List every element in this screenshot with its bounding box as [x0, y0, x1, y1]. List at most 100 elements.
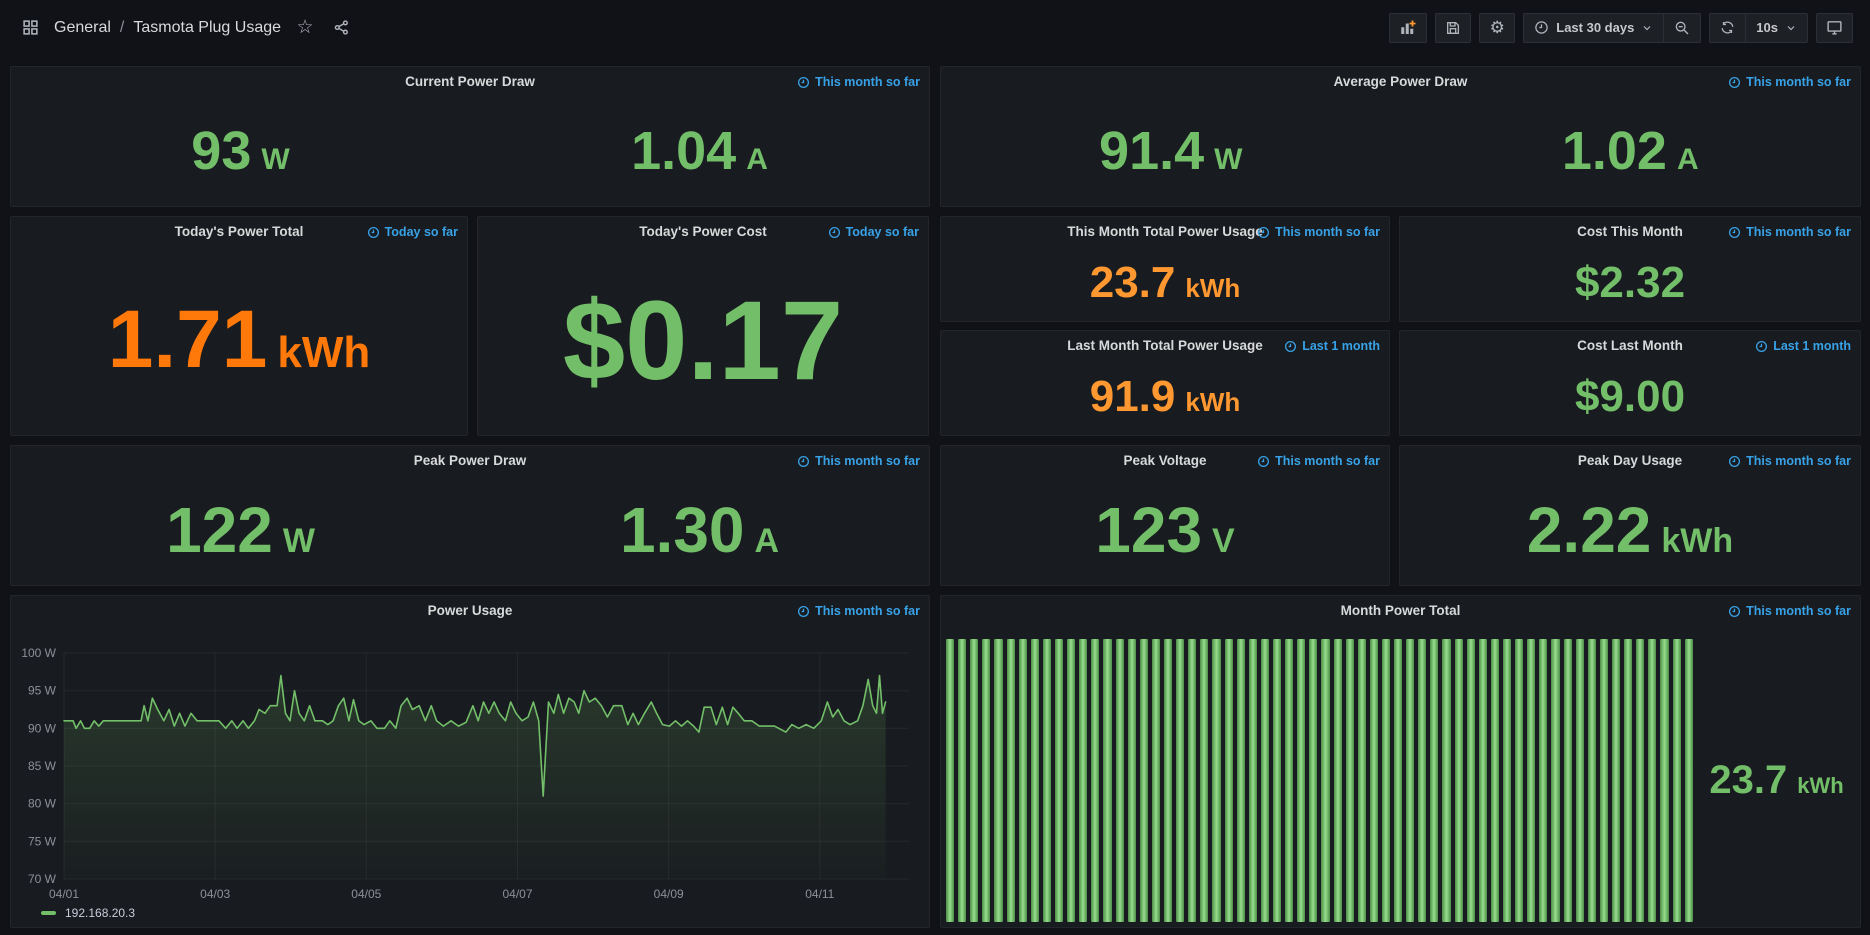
clock-icon — [1257, 226, 1270, 239]
panel-time-link[interactable]: This month so far — [797, 75, 920, 89]
panel-peak-power-draw: Peak Power Draw This month so far 122W 1… — [10, 445, 930, 586]
stat-value: 91.9kWh — [1090, 372, 1241, 422]
lcd-gauge-cell — [1685, 639, 1693, 922]
panel-time-link[interactable]: Last 1 month — [1755, 339, 1851, 353]
stat-value: 93W — [191, 120, 289, 182]
lcd-gauge-cell — [1176, 639, 1184, 922]
panel-title[interactable]: Current Power Draw — [11, 67, 929, 97]
time-range-picker[interactable]: Last 30 days — [1524, 14, 1663, 42]
lcd-gauge-cell — [1612, 639, 1620, 922]
panel-time-link[interactable]: This month so far — [1257, 225, 1380, 239]
zoom-out-icon — [1674, 20, 1690, 36]
panel-peak-voltage: Peak Voltage This month so far 123V — [940, 445, 1390, 586]
legend-item[interactable]: 192.168.20.3 — [41, 906, 135, 920]
refresh-button[interactable] — [1710, 14, 1745, 42]
svg-text:04/09: 04/09 — [654, 887, 684, 899]
breadcrumb-section[interactable]: General — [54, 19, 111, 37]
grafana-dashboard: General / Tasmota Plug Usage ☆ — [0, 0, 1870, 935]
svg-text:100 W: 100 W — [21, 646, 56, 660]
lcd-gauge-cell — [1285, 639, 1293, 922]
lcd-gauge-cell — [1382, 639, 1390, 922]
panel-time-link[interactable]: This month so far — [1728, 225, 1851, 239]
lcd-gauge-cell — [1043, 639, 1051, 922]
lcd-gauge-cell — [1297, 639, 1305, 922]
svg-text:90 W: 90 W — [28, 721, 57, 735]
add-panel-button[interactable] — [1389, 13, 1427, 43]
lcd-gauge-cell — [1140, 639, 1148, 922]
svg-text:95 W: 95 W — [28, 684, 57, 698]
panel-time-link[interactable]: This month so far — [1257, 454, 1380, 468]
lcd-gauge-cell — [958, 639, 966, 922]
panel-time-link[interactable]: This month so far — [1728, 604, 1851, 618]
lcd-gauge-cell — [1079, 639, 1087, 922]
panel-title[interactable]: Power Usage — [11, 596, 929, 626]
panel-month-power-total-gauge: Month Power Total This month so far 23.7… — [940, 595, 1861, 928]
refresh-interval-label: 10s — [1756, 20, 1778, 35]
clock-icon — [1534, 20, 1549, 35]
dashboards-grid-icon[interactable] — [18, 16, 42, 40]
breadcrumb-separator: / — [120, 19, 124, 37]
refresh-icon — [1720, 20, 1735, 35]
clock-icon — [367, 226, 380, 239]
panel-title[interactable]: Month Power Total — [941, 596, 1860, 626]
panel-time-link[interactable]: Today so far — [828, 225, 919, 239]
panel-todays-power-cost: Today's Power Cost Today so far $0.17 — [477, 216, 929, 436]
lcd-gauge-cell — [1515, 639, 1523, 922]
lcd-gauge-cell — [982, 639, 990, 922]
clock-icon — [1257, 455, 1270, 468]
clock-icon — [1755, 340, 1768, 353]
panel-title[interactable]: Average Power Draw — [941, 67, 1860, 97]
gauge-value: 23.7 kWh — [1709, 758, 1843, 803]
chevron-down-icon — [1641, 22, 1653, 34]
lcd-gauge-cell — [994, 639, 1002, 922]
panel-time-link[interactable]: Last 1 month — [1284, 339, 1380, 353]
clock-icon — [1728, 76, 1741, 89]
panel-this-month-total-power-usage: This Month Total Power Usage This month … — [940, 216, 1390, 322]
panel-last-month-total-power-usage: Last Month Total Power Usage Last 1 mont… — [940, 330, 1390, 436]
time-series-plot-area[interactable]: 100 W95 W90 W85 W80 W75 W70 W04/0104/030… — [11, 626, 929, 899]
dashboard-settings-button[interactable]: ⚙ — [1479, 13, 1515, 43]
share-icon[interactable] — [329, 16, 353, 40]
svg-text:75 W: 75 W — [28, 834, 57, 848]
gear-icon: ⚙ — [1490, 19, 1505, 36]
lcd-gauge-cell — [1103, 639, 1111, 922]
panel-cost-last-month: Cost Last Month Last 1 month $9.00 — [1399, 330, 1861, 436]
panel-time-link[interactable]: This month so far — [1728, 454, 1851, 468]
breadcrumb-dashboard-title[interactable]: Tasmota Plug Usage — [133, 19, 281, 37]
monitor-icon — [1826, 19, 1843, 36]
panel-current-power-draw: Current Power Draw This month so far 93W… — [10, 66, 930, 207]
lcd-gauge-cell — [1370, 639, 1378, 922]
lcd-gauge-cell — [1576, 639, 1584, 922]
lcd-gauge-cell — [1128, 639, 1136, 922]
lcd-gauge-cell — [1624, 639, 1632, 922]
stat-value: 1.04A — [631, 120, 768, 182]
svg-text:70 W: 70 W — [28, 872, 57, 886]
star-icon[interactable]: ☆ — [293, 16, 317, 40]
refresh-group: 10s — [1709, 13, 1808, 43]
clock-icon — [797, 605, 810, 618]
save-dashboard-button[interactable] — [1435, 13, 1471, 43]
stat-value: 122W — [166, 493, 315, 567]
panel-title[interactable]: Peak Power Draw — [11, 446, 929, 476]
svg-text:04/01: 04/01 — [49, 887, 79, 899]
svg-text:04/05: 04/05 — [351, 887, 381, 899]
panel-time-link[interactable]: This month so far — [1728, 75, 1851, 89]
lcd-gauge-cell — [1007, 639, 1015, 922]
lcd-gauge-cell — [1442, 639, 1450, 922]
stat-value: $2.32 — [1575, 258, 1685, 308]
lcd-gauge-cell — [1394, 639, 1402, 922]
panel-peak-day-usage: Peak Day Usage This month so far 2.22kWh — [1399, 445, 1861, 586]
zoom-out-button[interactable] — [1663, 14, 1700, 42]
clock-icon — [828, 226, 841, 239]
stat-value: 1.02A — [1562, 120, 1699, 182]
refresh-interval-picker[interactable]: 10s — [1745, 14, 1807, 42]
lcd-gauge-cell — [1600, 639, 1608, 922]
tv-kiosk-mode-button[interactable] — [1816, 13, 1853, 43]
panel-time-link[interactable]: Today so far — [367, 225, 458, 239]
panel-time-link[interactable]: This month so far — [797, 604, 920, 618]
lcd-gauge-cell — [1237, 639, 1245, 922]
panel-time-link[interactable]: This month so far — [797, 454, 920, 468]
panel-power-usage-chart: Power Usage This month so far 100 W 95 W 9… — [10, 595, 930, 928]
lcd-gauge-cell — [1660, 639, 1668, 922]
lcd-bar-gauge[interactable] — [946, 639, 1693, 922]
